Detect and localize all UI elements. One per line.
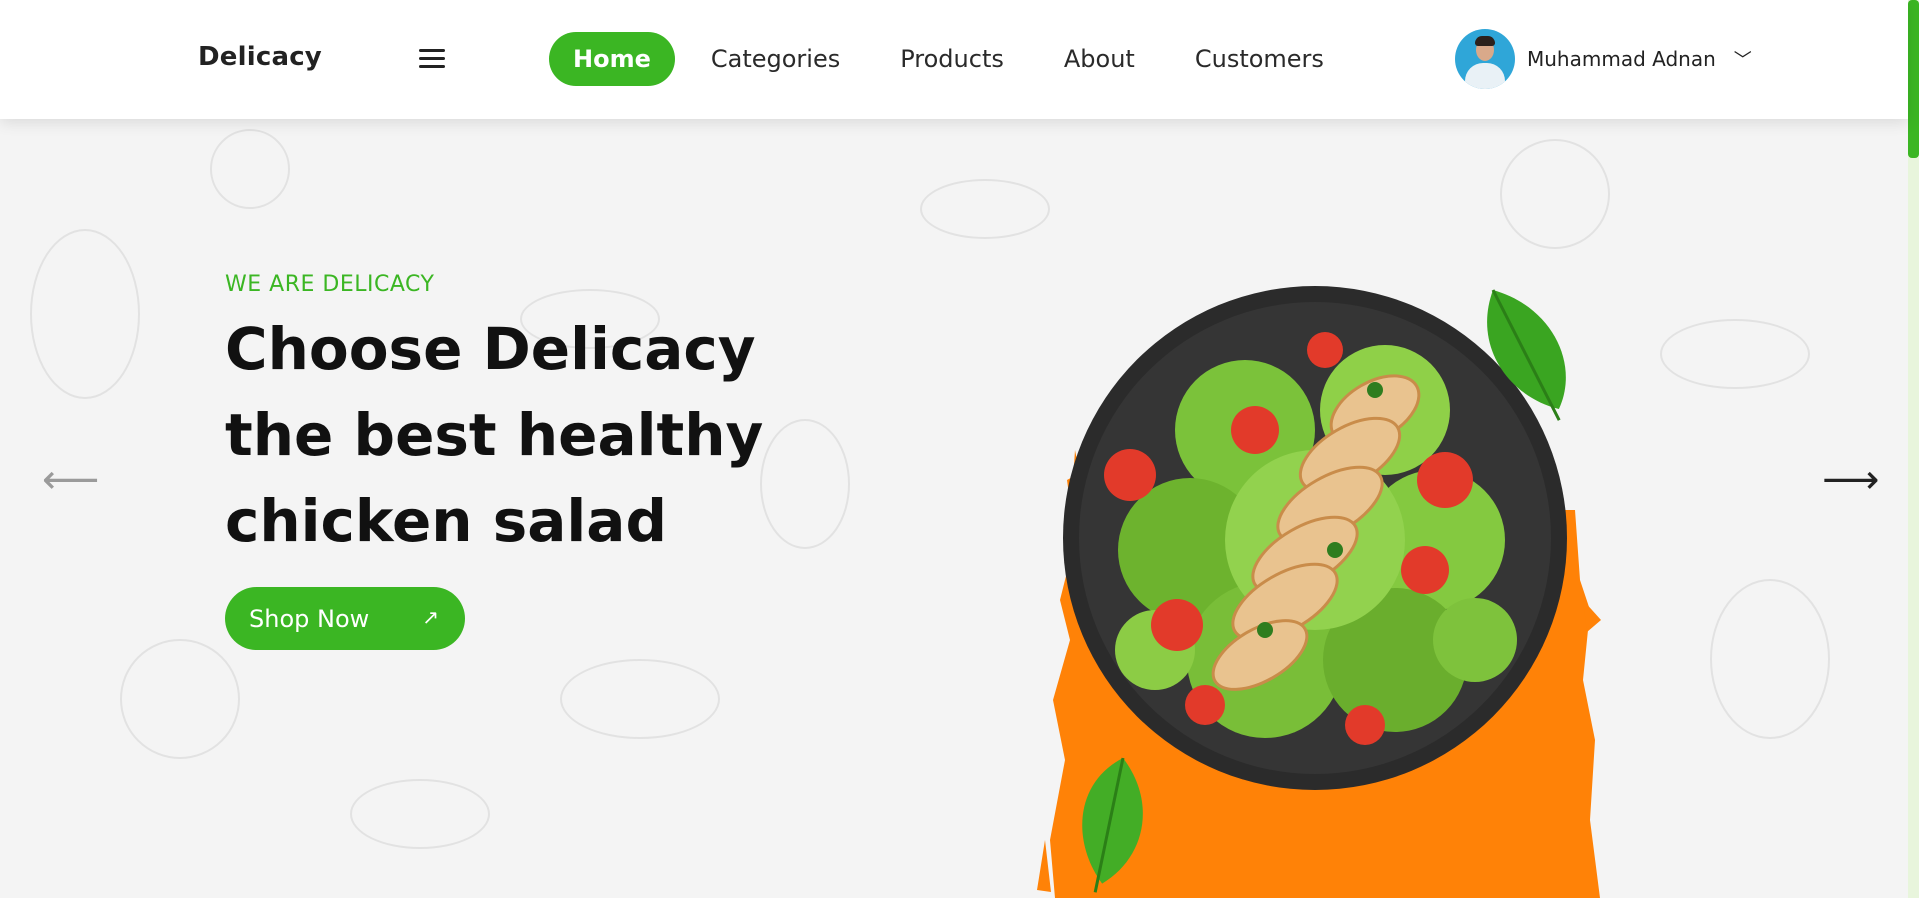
user-name: Muhammad Adnan <box>1527 47 1716 71</box>
top-navbar: Delicacy Home Categories Products About … <box>0 0 1908 119</box>
main-nav: Home Categories Products About Customers <box>549 30 1384 88</box>
nav-home[interactable]: Home <box>549 32 675 86</box>
hero-headline-line: chicken salad <box>225 487 667 555</box>
arrow-right-icon[interactable]: ⟶ <box>1822 460 1879 500</box>
nav-products[interactable]: Products <box>900 45 1004 73</box>
nav-categories[interactable]: Categories <box>711 45 840 73</box>
nav-customers[interactable]: Customers <box>1195 45 1324 73</box>
arrow-left-icon[interactable]: ⟵ <box>42 460 99 500</box>
avatar[interactable] <box>1455 29 1515 89</box>
brand-logo[interactable]: Delicacy <box>198 42 322 72</box>
hero-eyebrow: WE ARE DELICACY <box>225 272 435 297</box>
hero-headline: Choose Delicacy the best healthy chicken… <box>225 306 865 564</box>
hero-salad-image <box>1015 280 1615 898</box>
hero-headline-line: Choose Delicacy <box>225 315 756 383</box>
shop-now-label: Shop Now <box>249 604 370 633</box>
shop-now-button[interactable]: Shop Now ↗ <box>225 587 465 650</box>
user-menu[interactable]: Muhammad Adnan ﹀ <box>1455 29 1752 89</box>
nav-about[interactable]: About <box>1064 45 1135 73</box>
chevron-down-icon[interactable]: ﹀ <box>1734 46 1752 72</box>
arrow-up-right-icon: ↗ <box>422 605 439 629</box>
menu-icon[interactable] <box>419 49 445 69</box>
hero-headline-line: the best healthy <box>225 401 764 469</box>
scrollbar-thumb[interactable] <box>1908 0 1919 158</box>
